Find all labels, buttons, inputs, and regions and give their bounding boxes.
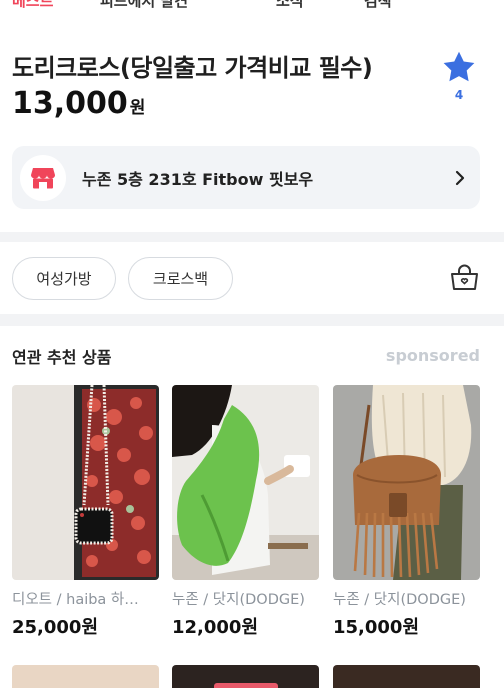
tag-womens-bag[interactable]: 여성가방 xyxy=(12,257,116,300)
product-card[interactable] xyxy=(12,665,159,688)
tab-feed[interactable]: 피드에서 발견 xyxy=(100,0,188,11)
product-card[interactable] xyxy=(333,665,480,688)
tab-news[interactable]: 소식 xyxy=(276,0,304,11)
tab-search[interactable]: 검색 xyxy=(364,0,392,11)
tab-best[interactable]: 베스트 xyxy=(12,0,53,11)
product-card-price: 25,000원 xyxy=(12,617,99,638)
sponsored-label: sponsored xyxy=(385,346,480,365)
store-name: 누존 5층 231호 Fitbow 핏보우 xyxy=(82,169,314,189)
product-card[interactable]: 누존 / 닷지(DODGE) 15,000원 xyxy=(333,385,480,639)
store-avatar xyxy=(20,154,66,201)
favorite-button[interactable]: 4 xyxy=(434,50,484,112)
product-thumbnail xyxy=(333,385,480,580)
product-card-price: 12,000원 xyxy=(172,617,259,638)
star-icon xyxy=(443,51,475,82)
tag-crossbag[interactable]: 크로스백 xyxy=(128,257,233,300)
product-card-price: 15,000원 xyxy=(333,617,420,638)
product-title: 도리크로스(당일출고 가격비교 필수) xyxy=(12,54,373,82)
product-thumbnail xyxy=(12,385,159,580)
product-thumbnail xyxy=(214,683,278,688)
top-tab-bar: 베스트 피드에서 발견 소식 검색 xyxy=(0,0,504,12)
product-card[interactable]: 디오트 / haiba 하… 25,000원 xyxy=(12,385,159,639)
chevron-right-icon xyxy=(455,170,465,185)
store-card[interactable]: 누존 5층 231호 Fitbow 핏보우 xyxy=(12,146,480,209)
product-price: 13,000 원 xyxy=(12,86,145,121)
store-icon xyxy=(31,167,55,188)
product-card[interactable]: 누존 / 닷지(DODGE) 12,000원 xyxy=(172,385,319,639)
price-unit: 원 xyxy=(129,98,146,118)
shopping-bag-icon[interactable] xyxy=(449,264,480,291)
section-divider xyxy=(0,314,504,326)
product-brand: 누존 / 닷지(DODGE) xyxy=(172,592,305,608)
favorite-count: 4 xyxy=(454,88,464,102)
product-card[interactable] xyxy=(172,665,319,688)
product-price-value: 13,000 xyxy=(12,86,128,121)
section-divider xyxy=(0,232,504,242)
recommended-title: 연관 추천 상품 xyxy=(12,348,112,367)
product-thumbnail xyxy=(172,385,319,580)
product-brand: 디오트 / haiba 하… xyxy=(12,592,139,608)
product-brand: 누존 / 닷지(DODGE) xyxy=(333,592,466,608)
